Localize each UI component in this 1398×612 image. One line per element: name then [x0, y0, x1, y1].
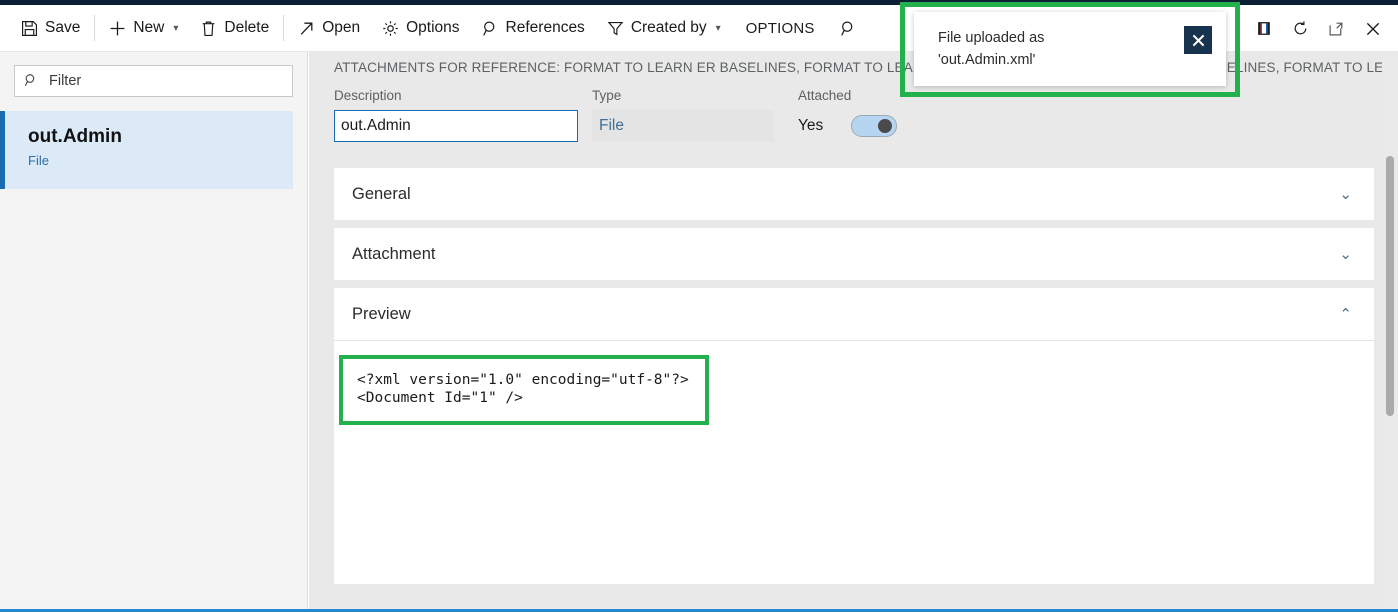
references-button[interactable]: References: [471, 11, 596, 45]
panel-preview-body: <?xml version="1.0" encoding="utf-8"?> <…: [334, 340, 1374, 584]
filter-area: [0, 52, 307, 107]
list-item-out-admin[interactable]: out.Admin File: [5, 111, 293, 189]
delete-button[interactable]: Delete: [189, 11, 280, 45]
delete-label: Delete: [224, 19, 269, 37]
list-item-subtitle: File: [28, 153, 293, 168]
panel-general-title: General: [352, 185, 1339, 204]
toolbar-search-button[interactable]: [829, 11, 869, 45]
panel-attachment-header[interactable]: Attachment ⌄: [334, 228, 1374, 280]
new-label: New: [133, 19, 164, 37]
trash-icon: [200, 20, 217, 37]
chevron-down-icon: ▾: [716, 23, 721, 34]
accordion-panels: General ⌄ Attachment ⌄ Preview ⌃ <?xml v…: [334, 168, 1374, 592]
open-arrow-icon: [298, 20, 315, 37]
xml-preview-line-1: <?xml version="1.0" encoding="utf-8"?>: [357, 371, 689, 389]
chevron-down-icon: ▾: [173, 23, 178, 34]
plus-icon: [109, 20, 126, 37]
description-label: Description: [334, 88, 582, 103]
options-label: Options: [406, 19, 459, 37]
panel-attachment: Attachment ⌄: [334, 228, 1374, 280]
toggle-knob: [878, 119, 892, 133]
gear-icon: [382, 20, 399, 37]
attached-row: Yes: [798, 110, 897, 142]
close-icon: [1364, 20, 1381, 37]
save-button[interactable]: Save: [10, 11, 91, 45]
toolbar-separator: [283, 15, 284, 41]
main-content: ATTACHMENTS FOR REFERENCE: FORMAT TO LEA…: [309, 52, 1398, 609]
xml-preview-annotation: <?xml version="1.0" encoding="utf-8"?> <…: [339, 355, 709, 425]
type-value: File: [592, 110, 774, 142]
filter-box[interactable]: [14, 65, 293, 97]
created-by-label: Created by: [631, 19, 707, 37]
panel-general: General ⌄: [334, 168, 1374, 220]
form-fields: Description Type File Attached Yes: [334, 88, 1374, 154]
type-field-group: Type File: [592, 88, 788, 154]
options-menu-button[interactable]: OPTIONS: [732, 11, 829, 45]
funnel-icon: [607, 20, 624, 37]
panel-attachment-title: Attachment: [352, 245, 1339, 264]
description-input[interactable]: [334, 110, 578, 142]
attached-value: Yes: [798, 117, 823, 135]
vertical-scrollbar[interactable]: [1382, 52, 1398, 609]
description-field-group: Description: [334, 88, 582, 154]
attached-label: Attached: [798, 88, 897, 103]
new-button[interactable]: New ▾: [98, 11, 189, 45]
chevron-down-icon: ⌄: [1339, 245, 1352, 263]
refresh-button[interactable]: [1284, 11, 1316, 45]
list-item-title: out.Admin: [28, 125, 293, 149]
filter-input[interactable]: [49, 73, 283, 89]
refresh-icon: [1292, 20, 1309, 37]
close-window-button[interactable]: [1356, 11, 1388, 45]
save-label: Save: [45, 19, 80, 37]
search-icon: [24, 73, 41, 90]
app-book-icon-button[interactable]: [1248, 11, 1280, 45]
popout-icon: [1328, 20, 1345, 37]
app-book-icon: [1256, 20, 1273, 37]
open-label: Open: [322, 19, 360, 37]
toolbar-separator: [94, 15, 95, 41]
panel-preview-title: Preview: [352, 305, 1339, 324]
panel-general-header[interactable]: General ⌄: [334, 168, 1374, 220]
type-label: Type: [592, 88, 788, 103]
save-icon: [21, 20, 38, 37]
scrollbar-thumb[interactable]: [1386, 156, 1394, 416]
created-by-button[interactable]: Created by ▾: [596, 11, 732, 45]
popout-button[interactable]: [1320, 11, 1352, 45]
sidebar: out.Admin File: [0, 52, 308, 609]
xml-preview-line-2: <Document Id="1" />: [357, 389, 689, 407]
panel-preview-header[interactable]: Preview ⌃: [334, 288, 1374, 340]
references-label: References: [506, 19, 585, 37]
magnifier-icon: [482, 20, 499, 37]
chevron-down-icon: ⌄: [1339, 185, 1352, 203]
toast-annotation-box: [900, 2, 1240, 97]
options-button[interactable]: Options: [371, 11, 470, 45]
open-button[interactable]: Open: [287, 11, 371, 45]
chevron-up-icon: ⌃: [1339, 305, 1352, 323]
attached-toggle[interactable]: [851, 115, 897, 137]
attached-field-group: Attached Yes: [798, 88, 897, 154]
window-controls: [1248, 11, 1398, 45]
application-window: Save New ▾ Delete Open: [0, 0, 1398, 612]
search-icon: [840, 20, 857, 37]
panel-preview: Preview ⌃ <?xml version="1.0" encoding="…: [334, 288, 1374, 584]
